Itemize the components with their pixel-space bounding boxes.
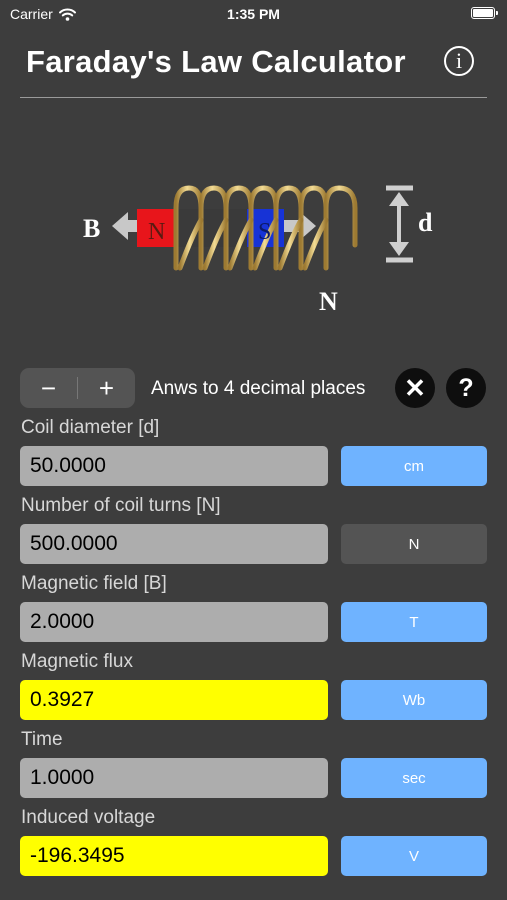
- coil-diameter-label: Coil diameter [d]: [21, 417, 160, 438]
- info-button[interactable]: i: [444, 46, 474, 76]
- magnetic-flux-result[interactable]: 0.3927: [20, 680, 328, 720]
- label-south-pole: S: [258, 219, 271, 245]
- coil-diameter-input[interactable]: 50.0000: [20, 446, 328, 486]
- induced-voltage-unit-button[interactable]: V: [341, 836, 487, 876]
- increment-button[interactable]: +: [78, 368, 135, 408]
- battery-icon: [471, 7, 498, 19]
- label-turns: N: [319, 287, 338, 316]
- decimal-places-label: Anws to 4 decimal places: [151, 378, 366, 399]
- help-button[interactable]: ?: [446, 368, 486, 408]
- clear-button[interactable]: ✕: [395, 368, 435, 408]
- coil-turns-label: Number of coil turns [N]: [21, 495, 221, 516]
- induced-voltage-result[interactable]: -196.3495: [20, 836, 328, 876]
- magnetic-flux-label: Magnetic flux: [21, 651, 133, 672]
- help-icon: ?: [458, 373, 474, 402]
- diameter-indicator: [386, 185, 413, 263]
- time-input[interactable]: 1.0000: [20, 758, 328, 798]
- status-time: 1:35 PM: [227, 6, 280, 22]
- close-icon: ✕: [404, 372, 426, 403]
- label-d: d: [418, 208, 433, 237]
- title-divider: [20, 97, 487, 98]
- label-b: B: [83, 214, 100, 243]
- time-unit-button[interactable]: sec: [341, 758, 487, 798]
- label-north-pole: N: [148, 219, 165, 245]
- page-title: Faraday's Law Calculator: [26, 44, 406, 79]
- time-label: Time: [21, 729, 63, 750]
- magnetic-field-unit-button[interactable]: T: [341, 602, 487, 642]
- field-arrow-left: [112, 212, 140, 240]
- info-icon: i: [455, 48, 463, 73]
- decrement-button[interactable]: −: [20, 368, 77, 408]
- coil-turns-input[interactable]: 500.0000: [20, 524, 328, 564]
- magnetic-field-label: Magnetic field [B]: [21, 573, 167, 594]
- magnetic-field-input[interactable]: 2.0000: [20, 602, 328, 642]
- magnetic-flux-unit-button[interactable]: Wb: [341, 680, 487, 720]
- status-bar: Carrier 1:35 PM: [0, 0, 507, 28]
- coil-diameter-unit-button[interactable]: cm: [341, 446, 487, 486]
- coil-turns-unit-button: N: [341, 524, 487, 564]
- decimal-stepper[interactable]: − +: [20, 368, 135, 408]
- coil-diagram: B N S d N: [83, 185, 433, 368]
- magnet-middle: [177, 209, 247, 247]
- induced-voltage-label: Induced voltage: [21, 807, 156, 828]
